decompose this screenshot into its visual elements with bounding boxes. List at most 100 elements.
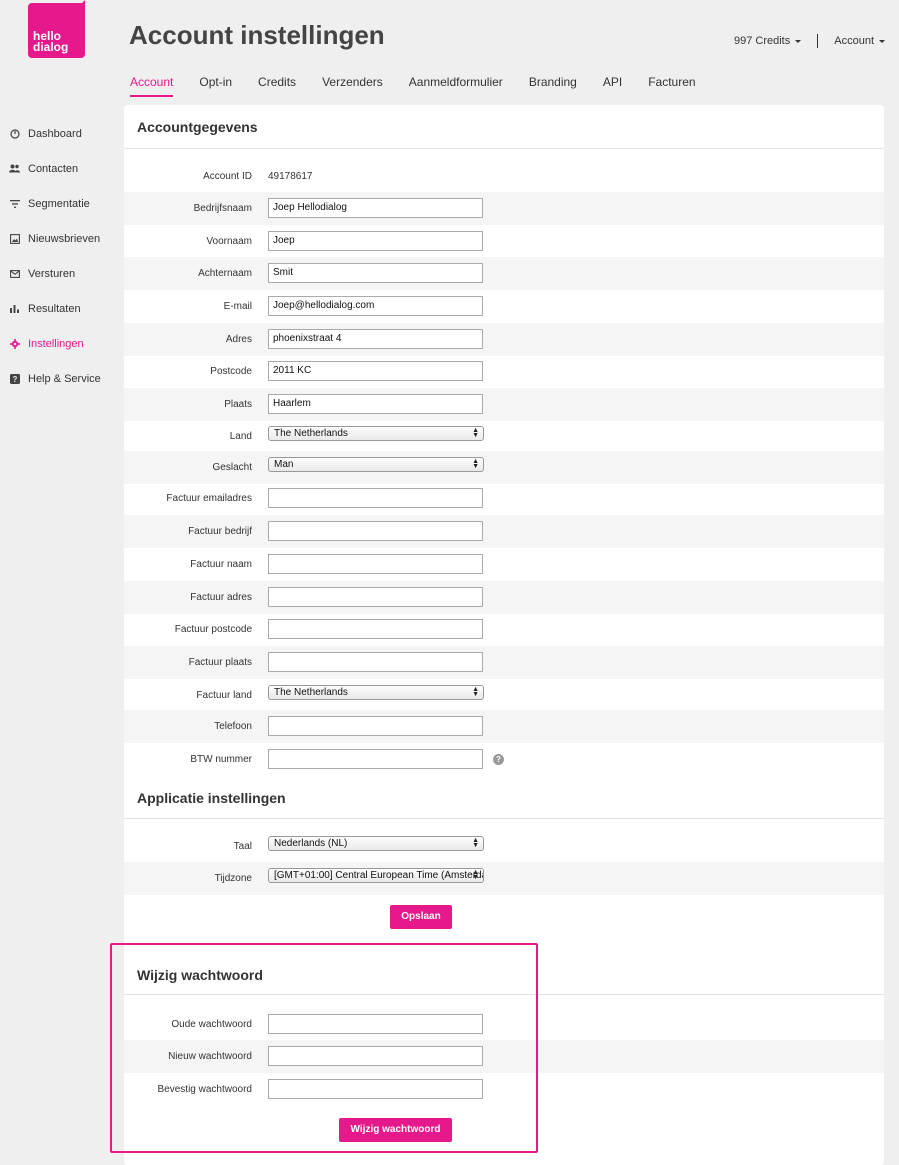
row-telefoon: Telefoon bbox=[124, 710, 884, 743]
row-account-id: Account ID 49178617 bbox=[124, 160, 884, 193]
factuur-plaats-input[interactable] bbox=[268, 652, 483, 672]
factuur-adres-input[interactable] bbox=[268, 587, 483, 607]
sidebar-item-label: Instellingen bbox=[28, 337, 84, 350]
telefoon-input[interactable] bbox=[268, 716, 483, 736]
sidebar-item-resultaten[interactable]: Resultaten bbox=[0, 291, 120, 326]
postcode-input[interactable]: 2011 KC bbox=[268, 361, 483, 381]
row-taal: Taal Nederlands (NL) ▲ ▼ bbox=[124, 830, 884, 863]
land-select[interactable]: The Netherlands ▲ ▼ bbox=[268, 426, 484, 441]
adres-label: Adres bbox=[225, 334, 252, 345]
tab-opt-in[interactable]: Opt-in bbox=[199, 75, 232, 97]
tijdzone-select[interactable]: [GMT+01:00] Central European Time (Amste… bbox=[268, 868, 484, 883]
sidebar-item-label: Nieuwsbrieven bbox=[28, 232, 101, 245]
question-mark-icon[interactable]: ? bbox=[493, 754, 504, 765]
account-id-value: 49178617 bbox=[268, 171, 313, 182]
select-arrows-icon: ▲ ▼ bbox=[472, 686, 479, 698]
tab-aanmeldformulier[interactable]: Aanmeldformulier bbox=[409, 75, 503, 97]
btw-label: BTW nummer bbox=[190, 754, 252, 765]
gear-icon bbox=[9, 338, 20, 349]
envelope-icon bbox=[9, 268, 20, 279]
factuur-adres-label: Factuur adres bbox=[190, 592, 252, 603]
contacts-icon bbox=[9, 163, 20, 174]
row-factuur-email: Factuur emailadres bbox=[124, 482, 884, 515]
section-title-accountgegevens: Accountgegevens bbox=[137, 119, 258, 135]
sidebar-item-label: Help & Service bbox=[28, 372, 101, 385]
hellodialog-logo[interactable]: hello dialog bbox=[28, 0, 85, 58]
credits-label: 997 Credits bbox=[733, 35, 791, 47]
email-input[interactable]: Joep@hellodialog.com bbox=[268, 296, 483, 316]
land-label: Land bbox=[229, 431, 252, 442]
factuur-postcode-label: Factuur postcode bbox=[174, 624, 252, 635]
row-btw: BTW nummer ? bbox=[124, 743, 884, 776]
tab-branding[interactable]: Branding bbox=[529, 75, 577, 97]
settings-tabs: Account Opt-in Credits Verzenders Aanmel… bbox=[130, 75, 722, 97]
row-postcode: Postcode 2011 KC bbox=[124, 355, 884, 388]
tab-api[interactable]: API bbox=[603, 75, 622, 97]
row-factuur-postcode: Factuur postcode bbox=[124, 613, 884, 646]
sidebar-item-segmentatie[interactable]: Segmentatie bbox=[0, 186, 120, 221]
help-icon: ? bbox=[9, 373, 20, 384]
geslacht-select[interactable]: Man ▲ ▼ bbox=[268, 457, 484, 472]
factuur-postcode-input[interactable] bbox=[268, 619, 483, 639]
row-factuur-adres: Factuur adres bbox=[124, 581, 884, 614]
factuur-naam-label: Factuur naam bbox=[190, 559, 252, 570]
divider bbox=[817, 34, 819, 48]
factuur-land-label: Factuur land bbox=[196, 690, 252, 701]
geslacht-selected-value: Man bbox=[274, 459, 294, 470]
voornaam-input[interactable]: Joep bbox=[268, 231, 483, 251]
sidebar-item-contacten[interactable]: Contacten bbox=[0, 151, 120, 186]
sidebar-item-dashboard[interactable]: Dashboard bbox=[0, 116, 120, 151]
tab-verzenders[interactable]: Verzenders bbox=[322, 75, 383, 97]
row-voornaam: Voornaam Joep bbox=[124, 225, 884, 258]
sidebar-item-versturen[interactable]: Versturen bbox=[0, 256, 120, 291]
factuur-naam-input[interactable] bbox=[268, 554, 483, 574]
select-arrows-icon: ▲ ▼ bbox=[472, 837, 479, 849]
factuur-land-selected-value: The Netherlands bbox=[274, 687, 348, 698]
factuur-bedrijf-input[interactable] bbox=[268, 521, 483, 541]
chevron-down-icon bbox=[879, 39, 885, 43]
select-arrows-icon: ▲ ▼ bbox=[472, 427, 479, 439]
account-dropdown[interactable]: Account bbox=[834, 35, 885, 47]
select-arrows-icon: ▲ ▼ bbox=[472, 869, 479, 881]
taal-label: Taal bbox=[233, 841, 252, 852]
factuur-email-input[interactable] bbox=[268, 488, 483, 508]
row-adres: Adres phoenixstraat 4 bbox=[124, 323, 884, 356]
row-factuur-land: Factuur land The Netherlands ▲ ▼ bbox=[124, 679, 884, 712]
row-factuur-naam: Factuur naam bbox=[124, 548, 884, 581]
sidebar-item-label: Resultaten bbox=[28, 302, 81, 315]
section-divider bbox=[124, 148, 884, 149]
factuur-land-select[interactable]: The Netherlands ▲ ▼ bbox=[268, 685, 484, 700]
section-divider bbox=[124, 818, 884, 819]
sidebar-item-label: Versturen bbox=[28, 267, 76, 280]
save-button[interactable]: Opslaan bbox=[390, 905, 452, 929]
land-selected-value: The Netherlands bbox=[274, 428, 348, 439]
bedrijfsnaam-input[interactable]: Joep Hellodialog bbox=[268, 198, 483, 218]
taal-select[interactable]: Nederlands (NL) ▲ ▼ bbox=[268, 836, 484, 851]
sidebar-item-nieuwsbrieven[interactable]: Nieuwsbrieven bbox=[0, 221, 120, 256]
sidebar-item-help-service[interactable]: ? Help & Service bbox=[0, 361, 120, 396]
factuur-bedrijf-label: Factuur bedrijf bbox=[188, 526, 252, 537]
tab-facturen[interactable]: Facturen bbox=[648, 75, 695, 97]
chevron-down-icon bbox=[795, 39, 802, 43]
row-tijdzone: Tijdzone [GMT+01:00] Central European Ti… bbox=[124, 862, 884, 895]
geslacht-label: Geslacht bbox=[212, 462, 252, 473]
adres-input[interactable]: phoenixstraat 4 bbox=[268, 329, 483, 349]
row-factuur-bedrijf: Factuur bedrijf bbox=[124, 515, 884, 548]
sidebar-item-label: Contacten bbox=[28, 162, 79, 175]
plaats-input[interactable]: Haarlem bbox=[268, 394, 483, 414]
sidebar-item-label: Dashboard bbox=[28, 127, 82, 140]
password-section-highlight bbox=[110, 943, 538, 1153]
credits-dropdown[interactable]: 997 Credits bbox=[733, 35, 802, 47]
factuur-email-label: Factuur emailadres bbox=[166, 493, 252, 504]
achternaam-input[interactable]: Smit bbox=[268, 263, 483, 283]
tab-credits[interactable]: Credits bbox=[258, 75, 296, 97]
sidebar-item-instellingen[interactable]: Instellingen bbox=[0, 326, 120, 361]
btw-input[interactable] bbox=[268, 749, 483, 769]
tab-account[interactable]: Account bbox=[130, 75, 174, 97]
account-label: Account bbox=[834, 35, 874, 47]
row-factuur-plaats: Factuur plaats bbox=[124, 646, 884, 679]
svg-text:?: ? bbox=[12, 375, 17, 384]
tijdzone-selected-value: [GMT+01:00] Central European Time (Amste… bbox=[274, 870, 484, 881]
row-land: Land The Netherlands ▲ ▼ bbox=[124, 420, 884, 453]
row-email: E-mail Joep@hellodialog.com bbox=[124, 290, 884, 323]
